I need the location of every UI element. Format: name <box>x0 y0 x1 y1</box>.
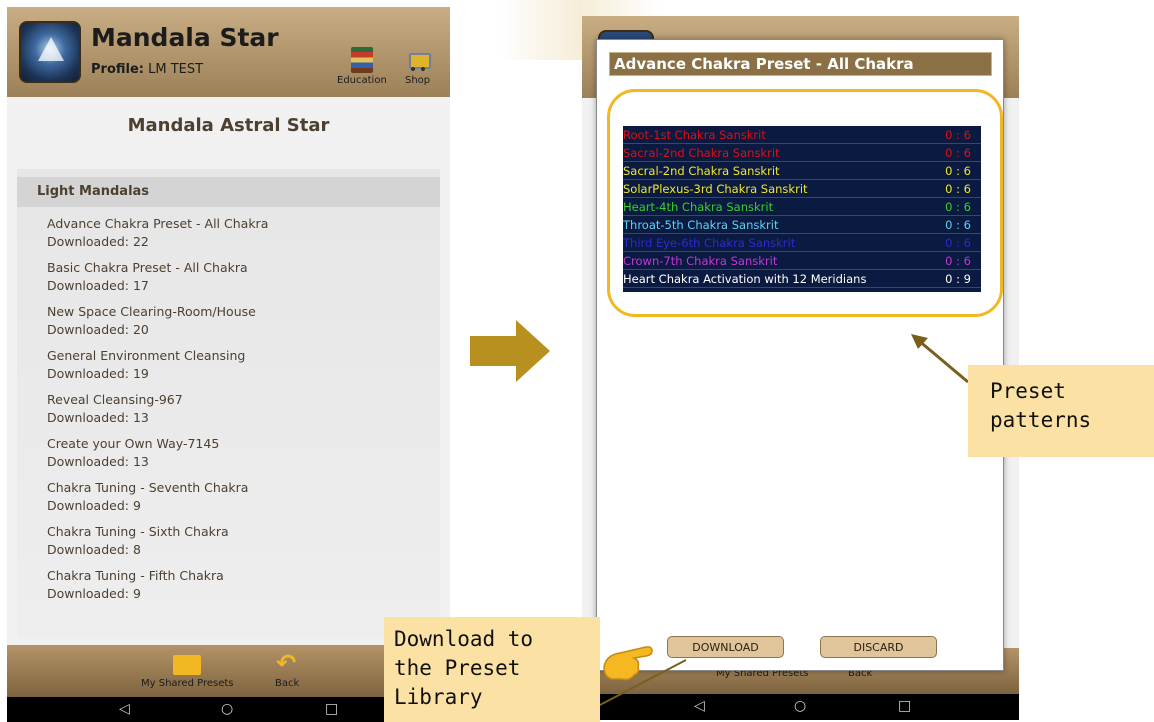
profile-line: Profile: LM TEST <box>91 62 203 77</box>
books-icon <box>350 47 373 73</box>
nav-back-icon[interactable]: ◁ <box>119 701 130 717</box>
item-name: Reveal Cleansing-967 <box>47 392 183 407</box>
list-item[interactable]: Chakra Tuning - Seventh Chakra Downloade… <box>47 479 417 515</box>
back-label: Back <box>275 678 300 689</box>
app-title: Mandala Star <box>91 23 279 52</box>
list-item[interactable]: Chakra Tuning - Sixth Chakra Downloaded:… <box>47 523 417 559</box>
item-name: Chakra Tuning - Sixth Chakra <box>47 524 229 539</box>
app-logo-icon <box>19 21 81 83</box>
download-callout: Download to the Preset Library <box>384 617 600 722</box>
list-group-header[interactable]: Light Mandalas <box>17 177 440 207</box>
transition-arrow-icon <box>470 320 550 382</box>
pointing-hand-icon <box>603 646 653 681</box>
item-name: General Environment Cleansing <box>47 348 246 363</box>
section-title: Mandala Astral Star <box>127 115 330 136</box>
item-name: Advance Chakra Preset - All Chakra <box>47 216 269 231</box>
list-item[interactable]: Reveal Cleansing-967 Downloaded: 13 <box>47 391 417 427</box>
item-name: Chakra Tuning - Fifth Chakra <box>47 568 224 583</box>
my-shared-presets-button[interactable]: My Shared Presets <box>141 655 234 689</box>
callout-line: patterns <box>990 408 1092 432</box>
back-arrow-icon <box>276 649 298 677</box>
mandala-list[interactable]: Light Mandalas Advance Chakra Preset - A… <box>17 169 440 639</box>
nav-recents-icon[interactable]: □ <box>325 701 338 717</box>
shopping-cart-icon <box>407 47 431 73</box>
download-button[interactable]: DOWNLOAD <box>667 636 784 658</box>
item-name: New Space Clearing-Room/House <box>47 304 256 319</box>
folder-icon <box>173 655 202 675</box>
list-item[interactable]: Advance Chakra Preset - All Chakra Downl… <box>47 215 417 251</box>
item-downloads: Downloaded: 13 <box>47 454 149 469</box>
callout-line: Library <box>394 685 483 709</box>
list-item[interactable]: Chakra Tuning - Fifth Chakra Downloaded:… <box>47 567 417 603</box>
shop-button[interactable]: Shop <box>405 47 431 86</box>
item-downloads: Downloaded: 9 <box>47 498 141 513</box>
nav-back-icon[interactable]: ◁ <box>694 698 705 714</box>
preset-patterns-callout: Preset patterns <box>968 365 1154 457</box>
nav-home-icon[interactable]: ○ <box>221 701 233 717</box>
item-downloads: Downloaded: 17 <box>47 278 149 293</box>
callout-line: the Preset <box>394 656 521 680</box>
education-button[interactable]: Education <box>337 47 387 86</box>
item-name: Create your Own Way-7145 <box>47 436 220 451</box>
group-label: Light Mandalas <box>37 184 150 199</box>
nav-recents-icon[interactable]: □ <box>898 698 911 714</box>
education-label: Education <box>337 75 387 86</box>
item-downloads: Downloaded: 19 <box>47 366 149 381</box>
item-downloads: Downloaded: 13 <box>47 410 149 425</box>
callout-line: Preset <box>990 379 1066 403</box>
item-downloads: Downloaded: 9 <box>47 586 141 601</box>
preset-highlight-ring <box>607 89 1003 317</box>
item-name: Basic Chakra Preset - All Chakra <box>47 260 248 275</box>
list-item[interactable]: Create your Own Way-7145 Downloaded: 13 <box>47 435 417 471</box>
item-downloads: Downloaded: 22 <box>47 234 149 249</box>
list-item[interactable]: New Space Clearing-Room/House Downloaded… <box>47 303 417 339</box>
item-downloads: Downloaded: 20 <box>47 322 149 337</box>
shop-label: Shop <box>405 75 431 86</box>
profile-label: Profile: <box>91 62 144 77</box>
profile-value: LM TEST <box>148 62 204 77</box>
dialog-title: Advance Chakra Preset - All Chakra <box>609 52 992 76</box>
list-item[interactable]: General Environment Cleansing Downloaded… <box>47 347 417 383</box>
app-header: Mandala Star Profile: LM TEST Education … <box>7 7 450 97</box>
discard-button[interactable]: DISCARD <box>820 636 937 658</box>
item-name: Chakra Tuning - Seventh Chakra <box>47 480 249 495</box>
presets-label: My Shared Presets <box>141 678 234 689</box>
nav-home-icon[interactable]: ○ <box>794 698 806 714</box>
android-nav-bar: ◁ ○ □ <box>582 694 1019 720</box>
callout-line: Download to <box>394 627 534 651</box>
left-phone-screen: Mandala Star Profile: LM TEST Education … <box>7 7 450 722</box>
item-downloads: Downloaded: 8 <box>47 542 141 557</box>
list-item[interactable]: Basic Chakra Preset - All Chakra Downloa… <box>47 259 417 295</box>
back-button[interactable]: Back <box>275 649 300 689</box>
